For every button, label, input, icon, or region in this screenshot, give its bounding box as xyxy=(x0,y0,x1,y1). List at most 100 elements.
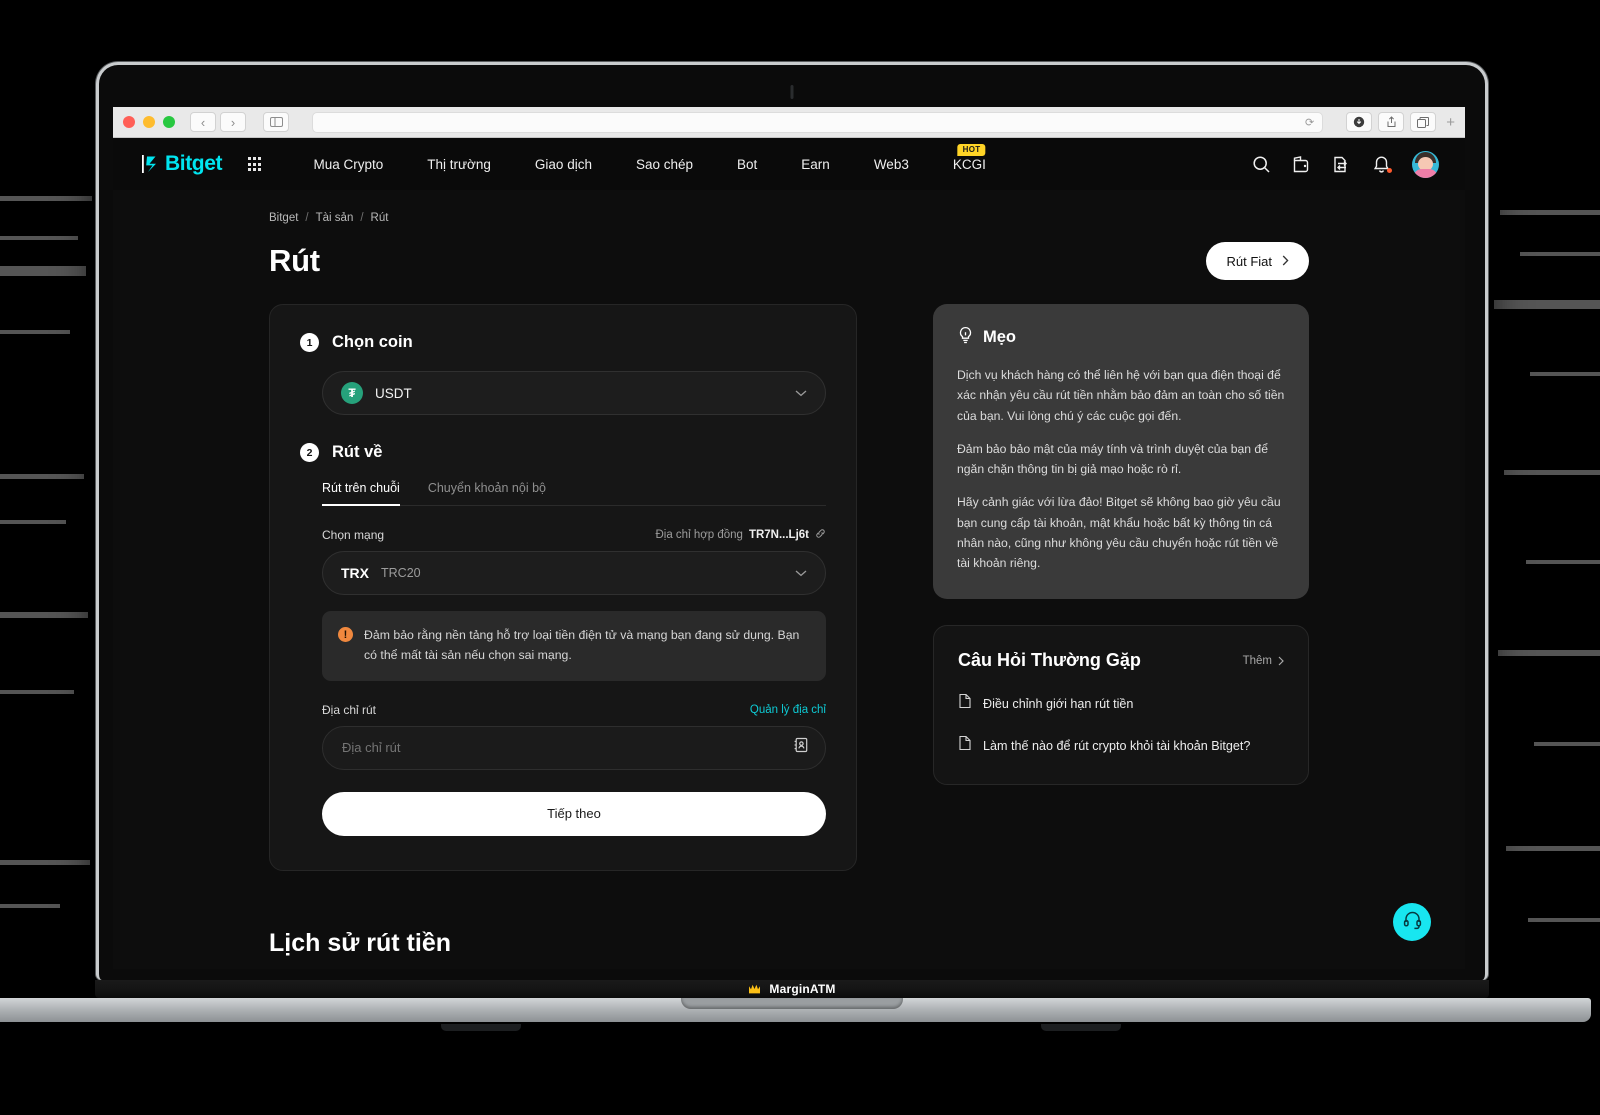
faq-more-button[interactable]: Thêm xyxy=(1243,655,1284,667)
breadcrumb-item-rut[interactable]: Rút xyxy=(371,212,389,224)
withdraw-mode-tabs: Rút trên chuỗi Chuyển khoản nội bộ xyxy=(322,481,826,506)
usdt-icon: ₮ xyxy=(341,382,363,404)
forward-icon[interactable]: › xyxy=(220,112,246,132)
tab-label: Rút trên chuỗi xyxy=(322,481,400,495)
nav-label: Mua Crypto xyxy=(313,156,384,172)
nav-item-kcgi[interactable]: HOT KCGI xyxy=(931,143,1008,172)
breadcrumb-item-tai-san[interactable]: Tài sản xyxy=(316,212,354,224)
crown-icon xyxy=(748,983,761,996)
withdraw-fiat-button[interactable]: Rút Fiat xyxy=(1206,242,1309,280)
chrome-actions[interactable]: + xyxy=(1346,112,1455,132)
share-icon[interactable] xyxy=(1378,112,1405,132)
watermark: MarginATM xyxy=(96,980,1488,998)
withdraw-form-card: 1 Chọn coin ₮ USDT 2 Rút về Rút trên chu… xyxy=(269,304,857,871)
support-button[interactable] xyxy=(1393,903,1431,941)
tab-label: Chuyển khoản nội bộ xyxy=(427,481,546,495)
avatar[interactable] xyxy=(1412,150,1439,178)
window-controls[interactable] xyxy=(123,116,175,128)
nav-item-mua-crypto[interactable]: Mua Crypto xyxy=(291,157,405,172)
faq-card: Câu Hỏi Thường Gặp Thêm Điều chỉnh giới … xyxy=(933,625,1309,786)
tips-paragraph-2: Đảm bảo bảo mật của máy tính và trình du… xyxy=(957,441,1268,476)
new-tab-icon[interactable]: + xyxy=(1446,114,1455,131)
web-page: Bitget Mua Crypto Thị trường Giao dịch S… xyxy=(113,138,1465,969)
nav-item-giao-dich[interactable]: Giao dịch xyxy=(513,157,614,172)
headset-icon xyxy=(1402,909,1423,935)
tab-internal-transfer[interactable]: Chuyển khoản nội bộ xyxy=(428,481,546,505)
laptop-base-shadow xyxy=(0,1022,1600,1038)
maximize-window-button[interactable] xyxy=(163,116,175,128)
tabs-icon[interactable] xyxy=(1410,112,1437,132)
submit-button-label: Tiếp theo xyxy=(547,806,601,822)
nav-label: KCGI xyxy=(952,156,986,172)
wallet-icon[interactable] xyxy=(1292,155,1311,174)
external-link-icon[interactable] xyxy=(815,528,826,542)
browser-window: ‹ › ⟳ + Bitget Mua Crypto Thị trường Gia… xyxy=(113,107,1465,969)
nav-label: Sao chép xyxy=(635,156,694,172)
nav-label: Giao dịch xyxy=(534,156,592,172)
orders-icon[interactable] xyxy=(1332,155,1351,174)
address-book-icon[interactable] xyxy=(793,737,809,758)
faq-title: Câu Hỏi Thường Gặp xyxy=(958,650,1141,671)
notification-icon[interactable] xyxy=(1372,155,1392,174)
contract-address-label: Địa chỉ hợp đồng xyxy=(655,529,743,541)
reload-icon[interactable]: ⟳ xyxy=(1305,116,1314,129)
hot-badge: HOT xyxy=(957,143,986,156)
address-input-container[interactable] xyxy=(322,725,826,770)
address-bar[interactable]: ⟳ xyxy=(312,111,1324,133)
document-icon xyxy=(958,693,972,714)
history-title: Lịch sử rút tiền xyxy=(269,928,452,957)
coin-selector[interactable]: ₮ USDT xyxy=(322,371,826,415)
nav-item-bot[interactable]: Bot xyxy=(715,157,779,172)
address-input[interactable] xyxy=(342,740,793,756)
network-sub: TRC20 xyxy=(381,566,421,580)
two-column-layout: 1 Chọn coin ₮ USDT 2 Rút về Rút trên chu… xyxy=(269,304,1309,871)
tips-paragraph-1: Dịch vụ khách hàng có thể liên hệ với bạ… xyxy=(957,368,1285,423)
nav-item-web3[interactable]: Web3 xyxy=(852,157,931,172)
warning-icon: ! xyxy=(338,627,353,642)
back-icon[interactable]: ‹ xyxy=(190,112,216,132)
step-1-header: 1 Chọn coin xyxy=(300,333,826,352)
sidebar-toggle-icon[interactable] xyxy=(263,112,289,132)
watermark-text: MarginATM xyxy=(769,982,836,996)
close-window-button[interactable] xyxy=(123,116,135,128)
laptop-foot-right xyxy=(1041,1024,1121,1031)
contract-address-info: Địa chỉ hợp đồng TR7N...Lj6t xyxy=(655,528,826,542)
step-2-number: 2 xyxy=(300,443,319,462)
tab-on-chain[interactable]: Rút trên chuỗi xyxy=(322,481,400,506)
manage-address-link[interactable]: Quản lý địa chỉ xyxy=(750,704,826,716)
step-2-body: Rút trên chuỗi Chuyển khoản nội bộ Chọn … xyxy=(322,481,826,770)
faq-item-label: Làm thế nào để rút crypto khỏi tài khoản… xyxy=(983,738,1251,753)
tips-header: Mẹo xyxy=(957,326,1285,349)
webcam xyxy=(790,85,794,99)
network-warning: ! Đảm bảo rằng nền tảng hỗ trợ loại tiền… xyxy=(322,611,826,681)
nav-buttons[interactable]: ‹ › xyxy=(190,112,246,132)
download-icon[interactable] xyxy=(1346,112,1373,132)
bitget-logo-text: Bitget xyxy=(165,152,223,175)
site-header: Bitget Mua Crypto Thị trường Giao dịch S… xyxy=(113,138,1465,190)
nav-label: Thị trường xyxy=(427,156,491,172)
notification-badge xyxy=(1387,167,1392,173)
warning-text: Đảm bảo rằng nền tảng hỗ trợ loại tiền đ… xyxy=(364,628,800,662)
nav-label: Bot xyxy=(737,156,758,172)
chevron-down-icon xyxy=(795,566,807,580)
document-icon xyxy=(958,735,972,756)
submit-button[interactable]: Tiếp theo xyxy=(322,791,826,836)
nav-item-sao-chep[interactable]: Sao chép xyxy=(614,157,715,172)
address-label: Địa chỉ rút xyxy=(322,702,377,717)
search-icon[interactable] xyxy=(1252,155,1271,174)
apps-grid-icon[interactable] xyxy=(248,157,262,171)
contract-address-value: TR7N...Lj6t xyxy=(748,529,809,541)
faq-item-label: Điều chỉnh giới hạn rút tiền xyxy=(983,696,1134,711)
network-selector[interactable]: TRX TRC20 xyxy=(322,551,826,595)
laptop-lid: ‹ › ⟳ + Bitget Mua Crypto Thị trường Gia… xyxy=(96,62,1488,980)
nav-item-thi-truong[interactable]: Thị trường xyxy=(405,157,513,172)
breadcrumb-item-bitget[interactable]: Bitget xyxy=(269,212,298,224)
faq-item-1[interactable]: Điều chỉnh giới hạn rút tiền xyxy=(958,693,1284,714)
step-1-title: Chọn coin xyxy=(332,333,413,351)
nav-item-earn[interactable]: Earn xyxy=(779,157,852,172)
faq-more-label: Thêm xyxy=(1242,654,1272,667)
page-title: Rút xyxy=(269,243,320,278)
faq-item-2[interactable]: Làm thế nào để rút crypto khỏi tài khoản… xyxy=(958,735,1284,756)
minimize-window-button[interactable] xyxy=(143,116,155,128)
bitget-logo[interactable]: Bitget xyxy=(141,152,222,176)
